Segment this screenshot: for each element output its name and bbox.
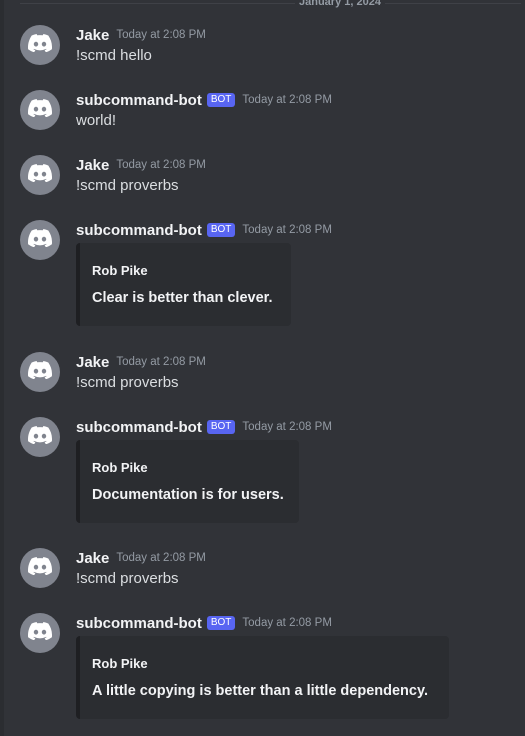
bot-badge: BOT [206,223,236,237]
bot-badge: BOT [206,616,236,630]
avatar[interactable] [20,25,60,65]
avatar[interactable] [20,352,60,392]
divider-date: January 1, 2024 [295,0,385,8]
embed-description: Clear is better than clever. [92,290,273,306]
message-header: Jake Today at 2:08 PM [76,548,206,568]
embed-author: Rob Pike [92,460,148,475]
message-header: subcommand-bot BOT Today at 2:08 PM [76,417,332,437]
bot-badge: BOT [206,93,236,107]
message-header: Jake Today at 2:08 PM [76,352,206,372]
author-name[interactable]: subcommand-bot [76,92,202,109]
timestamp: Today at 2:08 PM [242,617,332,629]
message-header: subcommand-bot BOT Today at 2:08 PM [76,90,332,110]
author-name[interactable]: subcommand-bot [76,615,202,632]
discord-logo-icon [28,163,53,187]
message-header: Jake Today at 2:08 PM [76,25,206,45]
timestamp: Today at 2:08 PM [116,356,206,368]
avatar[interactable] [20,613,60,653]
author-name[interactable]: Jake [76,550,109,567]
author-name[interactable]: subcommand-bot [76,222,202,239]
discord-logo-icon [28,425,53,449]
avatar[interactable] [20,155,60,195]
message-header: subcommand-bot BOT Today at 2:08 PM [76,613,332,633]
timestamp: Today at 2:08 PM [242,421,332,433]
timestamp: Today at 2:08 PM [116,29,206,41]
discord-logo-icon [28,360,53,384]
message-content: !scmd proverbs [76,374,179,391]
embed-author: Rob Pike [92,263,148,278]
author-name[interactable]: Jake [76,157,109,174]
message-header: Jake Today at 2:08 PM [76,155,206,175]
embed: Rob Pike Documentation is for users. [76,440,299,523]
embed-description: Documentation is for users. [92,487,284,503]
author-name[interactable]: Jake [76,27,109,44]
discord-logo-icon [28,621,53,645]
discord-logo-icon [28,228,53,252]
message-content: !scmd hello [76,47,152,64]
timestamp: Today at 2:08 PM [116,552,206,564]
embed: Rob Pike Clear is better than clever. [76,243,291,326]
message-header: subcommand-bot BOT Today at 2:08 PM [76,220,332,240]
embed-author: Rob Pike [92,656,148,671]
message-content: world! [76,112,117,129]
discord-logo-icon [28,33,53,57]
timestamp: Today at 2:08 PM [242,224,332,236]
author-name[interactable]: subcommand-bot [76,419,202,436]
scrollbar-track [0,0,4,736]
embed: Rob Pike A little copying is better than … [76,636,449,719]
embed-description: A little copying is better than a little… [92,683,428,699]
avatar[interactable] [20,90,60,130]
avatar[interactable] [20,220,60,260]
author-name[interactable]: Jake [76,354,109,371]
timestamp: Today at 2:08 PM [116,159,206,171]
divider-line [20,3,521,4]
bot-badge: BOT [206,420,236,434]
message-content: !scmd proverbs [76,570,179,587]
avatar[interactable] [20,417,60,457]
date-divider: January 1, 2024 [20,0,521,8]
message-content: !scmd proverbs [76,177,179,194]
timestamp: Today at 2:08 PM [242,94,332,106]
discord-logo-icon [28,556,53,580]
discord-logo-icon [28,98,53,122]
avatar[interactable] [20,548,60,588]
